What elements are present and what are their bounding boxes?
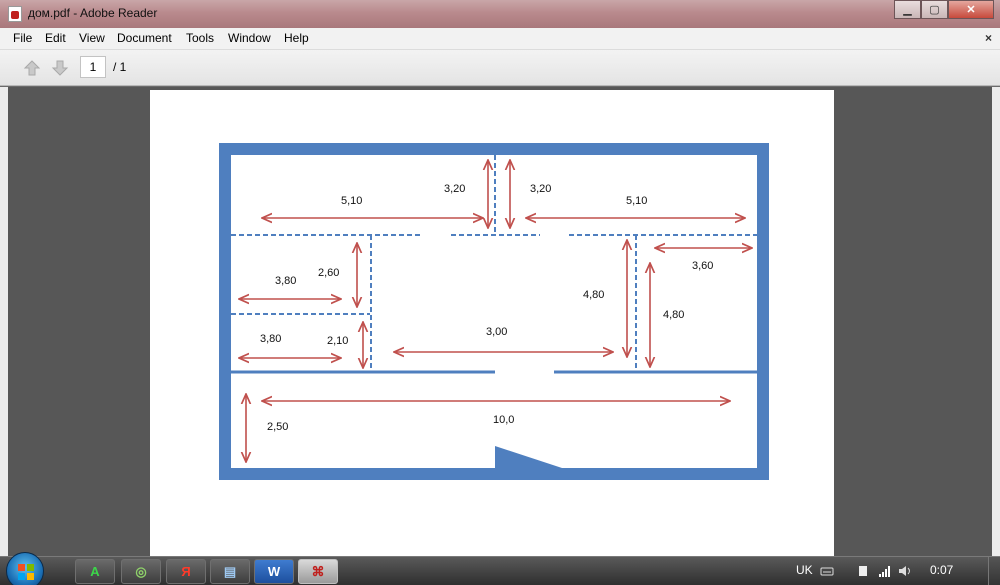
- arrow-down-icon: [51, 60, 69, 76]
- dim-right-room-height-right: 4,80: [663, 309, 684, 321]
- taskbar-app-adobe-reader[interactable]: ⌘: [298, 559, 338, 584]
- taskbar-app-acrobat[interactable]: A: [75, 559, 115, 584]
- action-center-icon[interactable]: [856, 564, 870, 578]
- adobe-reader-icon: ⌘: [311, 563, 325, 579]
- page-total-label: / 1: [113, 60, 127, 74]
- toolbar: 1 / 1: [0, 50, 1000, 86]
- window-title: дом.pdf - Adobe Reader: [28, 6, 158, 20]
- arrow-up-icon: [23, 60, 41, 76]
- menu-help[interactable]: Help: [284, 31, 309, 45]
- yandex-icon: Я: [181, 564, 191, 579]
- pdf-page: 5,10 3,20 3,20 5,10 3,80 2,60 3,80 2,10 …: [150, 90, 834, 560]
- windows-logo-icon: [18, 564, 34, 580]
- dim-top-center-left-height: 3,20: [444, 183, 465, 195]
- clock[interactable]: 0:07: [930, 563, 953, 577]
- show-desktop-button[interactable]: [988, 557, 1000, 585]
- word-icon: W: [267, 564, 281, 579]
- dim-corridor-length: 10,0: [493, 414, 514, 426]
- taskbar: A ◎ Я ▤ W ⌘ UK 0:07: [0, 552, 1000, 585]
- close-document-button[interactable]: ×: [985, 31, 992, 45]
- dim-room-a-height: 2,60: [318, 267, 339, 279]
- menu-edit[interactable]: Edit: [45, 31, 66, 45]
- taskbar-app-notepad[interactable]: ▤: [210, 559, 250, 584]
- document-viewport[interactable]: 5,10 3,20 3,20 5,10 3,80 2,60 3,80 2,10 …: [0, 87, 1000, 560]
- language-indicator[interactable]: UK: [796, 563, 813, 577]
- dashed-partitions: [231, 155, 757, 372]
- menu-view[interactable]: View: [79, 31, 105, 45]
- left-scroll-gutter: [0, 87, 8, 556]
- menu-tools[interactable]: Tools: [186, 31, 214, 45]
- dim-room-b-width: 3,80: [260, 333, 281, 345]
- menu-document[interactable]: Document: [117, 31, 172, 45]
- minimize-button[interactable]: ▁: [894, 0, 921, 19]
- dim-top-left-width: 5,10: [341, 195, 362, 207]
- dim-center-width: 3,00: [486, 326, 507, 338]
- notepad-icon: ▤: [223, 563, 237, 579]
- dim-corridor-width: 2,50: [267, 421, 288, 433]
- title-bar: дом.pdf - Adobe Reader ▁ ▢ ✕: [0, 0, 1000, 28]
- dim-top-right-width: 5,10: [626, 195, 647, 207]
- next-page-button[interactable]: [50, 58, 70, 78]
- dim-room-a-width: 3,80: [275, 275, 296, 287]
- menu-file[interactable]: File: [13, 31, 32, 45]
- close-button[interactable]: ✕: [948, 0, 994, 19]
- vertical-scrollbar[interactable]: [992, 87, 1000, 556]
- floor-plan: 5,10 3,20 3,20 5,10 3,80 2,60 3,80 2,10 …: [219, 143, 769, 480]
- page-number-input[interactable]: 1: [80, 56, 106, 78]
- start-button[interactable]: [6, 552, 44, 585]
- dim-right-room-width: 3,60: [692, 260, 713, 272]
- dim-room-b-height: 2,10: [327, 335, 348, 347]
- keyboard-icon[interactable]: [820, 564, 834, 578]
- taskbar-app-picasa[interactable]: ◎: [121, 559, 161, 584]
- pdf-file-icon: [8, 6, 22, 22]
- door-wedge: [495, 446, 562, 468]
- window-controls: ▁ ▢ ✕: [894, 0, 994, 20]
- menu-bar: File Edit View Document Tools Window Hel…: [0, 28, 1000, 50]
- picasa-icon: ◎: [135, 563, 147, 579]
- previous-page-button[interactable]: [22, 58, 42, 78]
- maximize-button[interactable]: ▢: [921, 0, 948, 19]
- network-signal-icon[interactable]: [878, 564, 892, 578]
- taskbar-app-yandex[interactable]: Я: [166, 559, 206, 584]
- volume-icon[interactable]: [898, 564, 912, 578]
- dim-right-room-height-left: 4,80: [583, 289, 604, 301]
- taskbar-app-word[interactable]: W: [254, 559, 294, 584]
- acrobat-a-icon: A: [90, 564, 100, 579]
- menu-window[interactable]: Window: [228, 31, 271, 45]
- system-tray: UK 0:07: [790, 557, 1000, 585]
- dim-top-center-right-height: 3,20: [530, 183, 551, 195]
